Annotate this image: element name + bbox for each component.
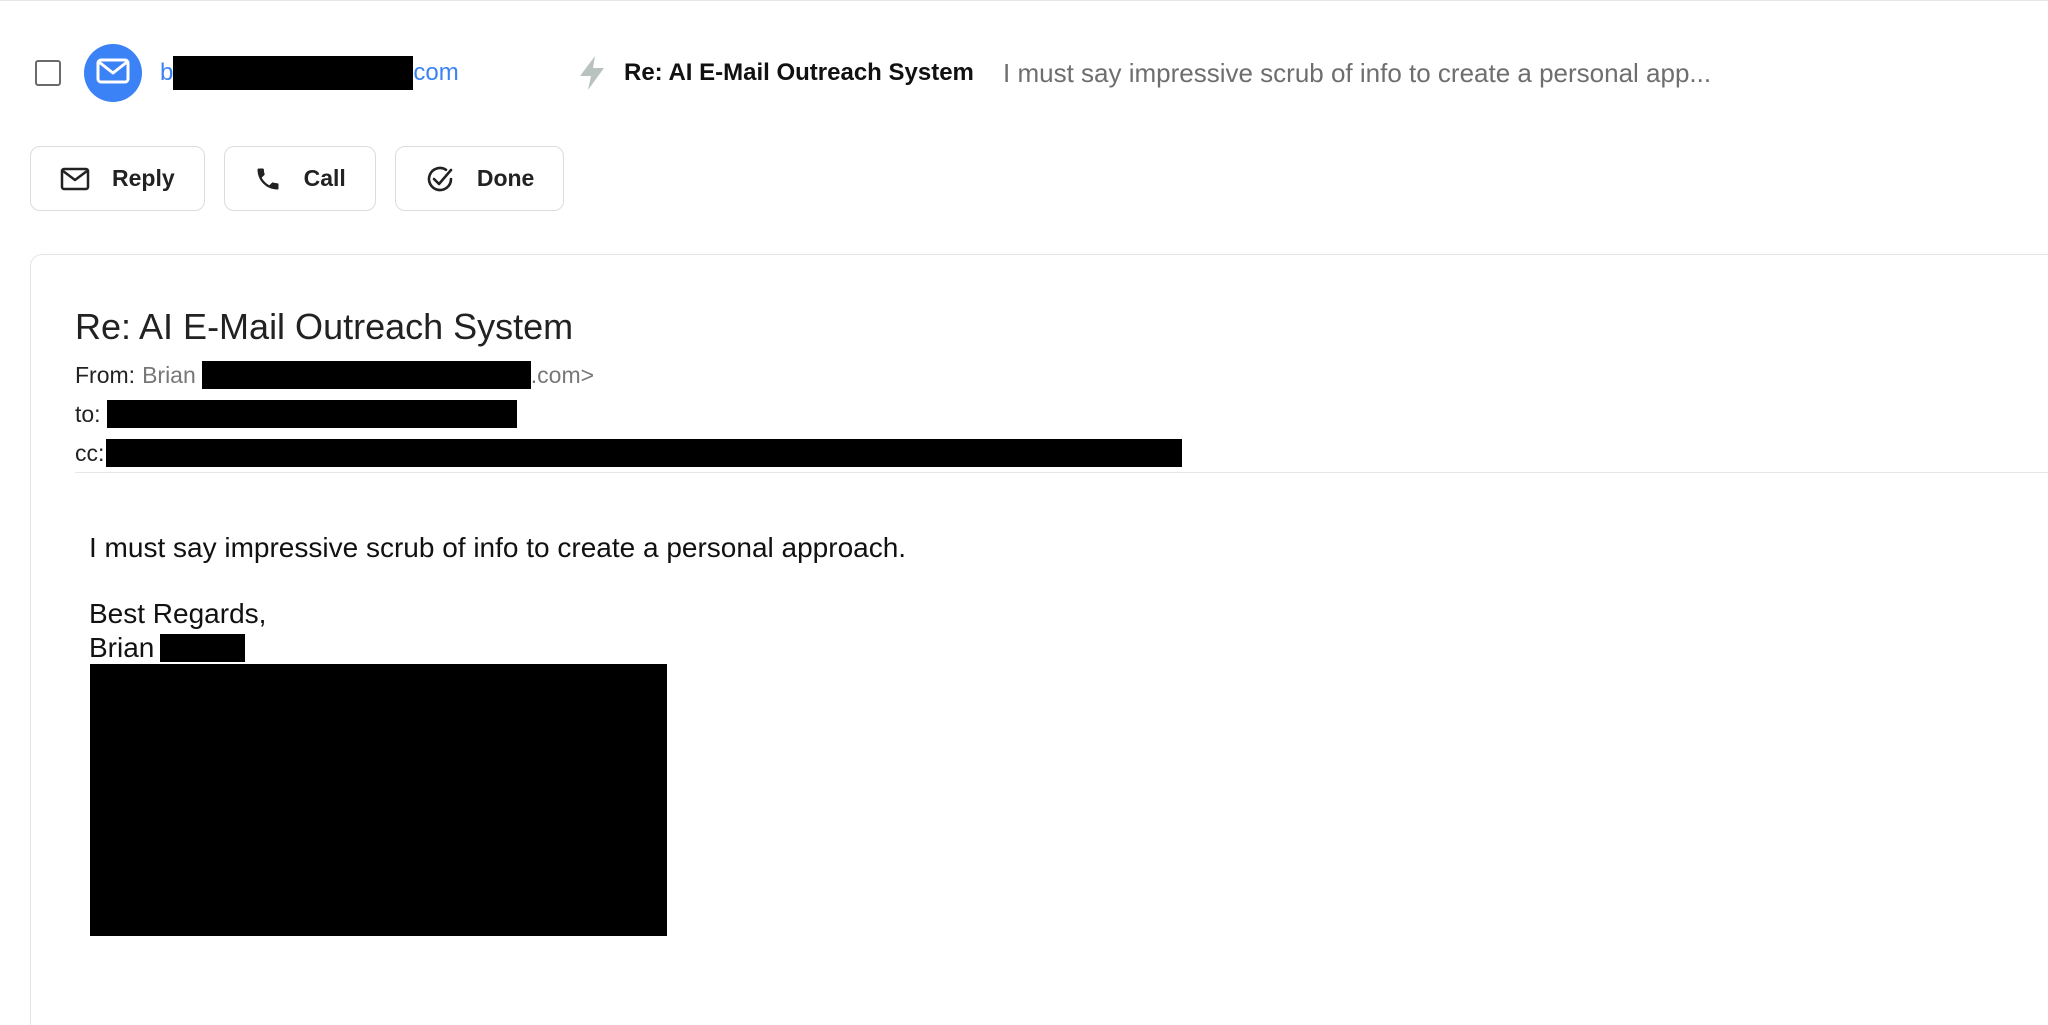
signature-name-line: Brian <box>89 631 246 665</box>
from-suffix: .com> <box>530 362 595 388</box>
email-view: b com Re: AI E-Mail Outreach System I mu… <box>0 0 2048 1025</box>
header-divider <box>75 472 2048 473</box>
cc-label: cc: <box>75 440 105 466</box>
bolt-icon <box>575 55 609 91</box>
sender-address[interactable]: b com <box>160 56 459 90</box>
sender-redaction <box>173 56 414 90</box>
to-line: to: <box>75 399 517 429</box>
from-label: From: <box>75 362 136 388</box>
call-button[interactable]: Call <box>223 146 376 211</box>
from-line: From: Brian .com> <box>75 360 594 390</box>
reply-button[interactable]: Reply <box>30 146 205 211</box>
signature-name-redaction <box>160 634 246 662</box>
signature-redaction <box>90 664 667 936</box>
action-bar: Reply Call Done <box>30 146 565 211</box>
thread-subject[interactable]: Re: AI E-Mail Outreach System <box>624 57 974 89</box>
top-divider <box>0 0 2048 1</box>
from-name: Brian <box>142 362 196 388</box>
to-redaction <box>106 400 517 428</box>
avatar <box>84 44 142 102</box>
call-label: Call <box>303 165 346 191</box>
cc-redaction <box>106 439 1183 467</box>
signature-name: Brian <box>89 632 155 663</box>
sender-suffix: com <box>413 59 459 86</box>
mail-icon <box>60 167 90 191</box>
sender-prefix: b <box>160 59 174 86</box>
phone-icon <box>254 165 282 193</box>
signoff: Best Regards, <box>89 598 267 629</box>
cc-line: cc: <box>75 438 1183 468</box>
check-circle-icon <box>425 164 455 194</box>
done-button[interactable]: Done <box>394 146 565 211</box>
to-label: to: <box>75 401 101 427</box>
from-redaction <box>201 361 531 389</box>
message-title: Re: AI E-Mail Outreach System <box>75 306 574 347</box>
mail-icon <box>96 58 130 89</box>
done-label: Done <box>476 165 535 191</box>
message-body: I must say impressive scrub of info to c… <box>89 532 907 563</box>
thread-snippet[interactable]: I must say impressive scrub of info to c… <box>1003 57 1711 89</box>
select-checkbox[interactable] <box>35 60 61 86</box>
reply-label: Reply <box>112 165 175 191</box>
thread-row[interactable]: b com Re: AI E-Mail Outreach System I mu… <box>0 42 2048 104</box>
